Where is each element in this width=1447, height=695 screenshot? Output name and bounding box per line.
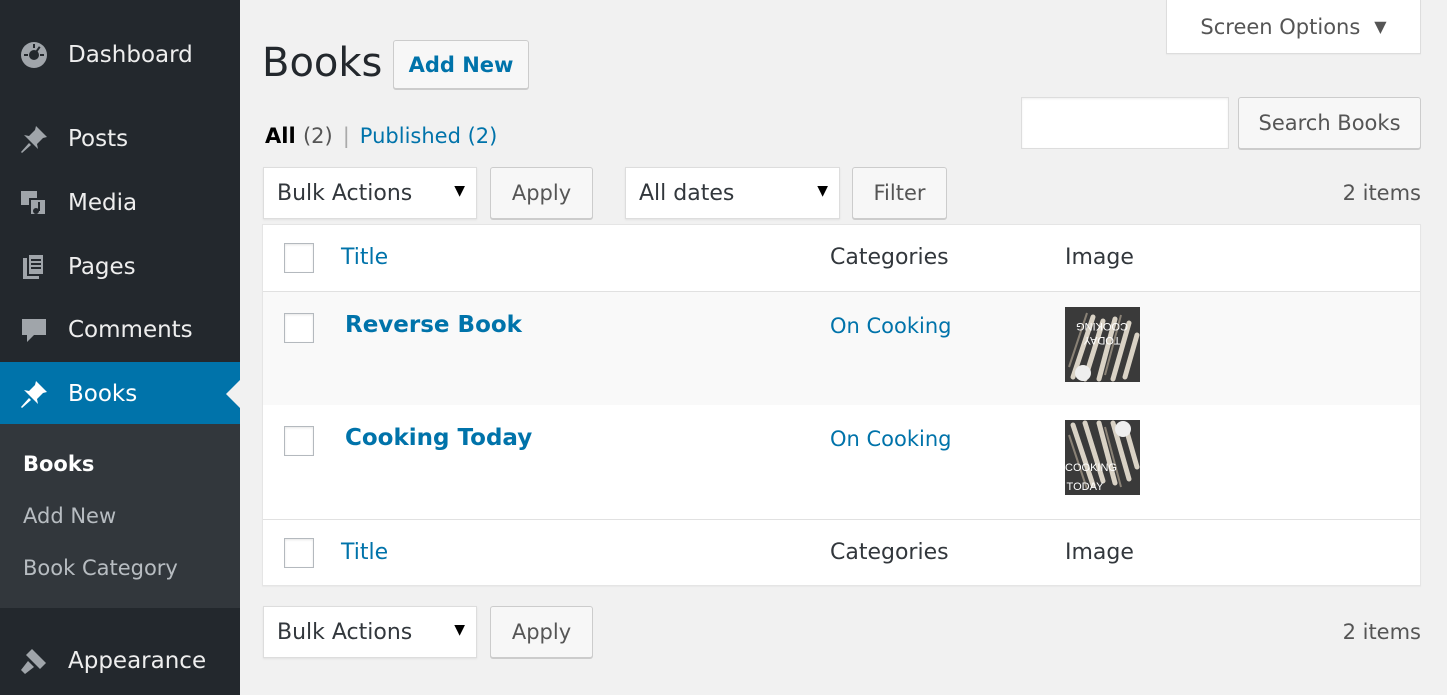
- thumbnail-text: TODAY: [1067, 481, 1105, 493]
- comment-icon: [16, 312, 52, 348]
- sidebar-item-label: Books: [68, 381, 138, 407]
- row-checkbox[interactable]: [284, 313, 314, 343]
- sidebar-item-label: Posts: [68, 126, 129, 152]
- brush-icon: [16, 643, 52, 679]
- table-row: Reverse Book On Cooking TODAY COOKING: [263, 292, 1420, 405]
- column-footer-image: Image: [1065, 540, 1134, 565]
- dashboard-icon: [16, 37, 52, 73]
- add-new-button[interactable]: Add New: [393, 40, 529, 89]
- books-table: Title Categories Image Reverse Book On C…: [262, 224, 1421, 586]
- sidebar-item-books[interactable]: Books: [0, 362, 240, 426]
- table-footer: Title Categories Image: [263, 519, 1420, 586]
- thumbnail-text: TODAY: [1083, 334, 1121, 346]
- dropdown-arrow-icon: ▼: [817, 183, 828, 199]
- thumbnail-text: COOKING: [1076, 320, 1128, 332]
- column-header-title[interactable]: Title: [341, 245, 388, 270]
- items-count: 2 items: [1342, 181, 1421, 205]
- row-category-link[interactable]: On Cooking: [830, 427, 952, 451]
- filter-button[interactable]: Filter: [852, 167, 947, 219]
- sidebar-item-posts[interactable]: Posts: [0, 107, 240, 171]
- row-checkbox[interactable]: [284, 426, 314, 456]
- sidebar-item-label: Appearance: [68, 648, 207, 674]
- select-all-checkbox[interactable]: [284, 538, 314, 568]
- sidebar-item-media[interactable]: Media: [0, 171, 240, 235]
- pin-icon: [16, 121, 52, 157]
- bulk-actions-value: Bulk Actions: [277, 180, 413, 206]
- dropdown-arrow-icon: ▼: [454, 622, 465, 638]
- sidebar-item-label: Dashboard: [68, 42, 193, 68]
- submenu-item-book-category[interactable]: Book Category: [23, 556, 178, 580]
- thumbnail-text: COOKING: [1065, 462, 1117, 474]
- pin-icon: [16, 376, 52, 412]
- pages-icon: [16, 249, 52, 285]
- submenu-item-add-new[interactable]: Add New: [23, 504, 116, 528]
- bulk-actions-select[interactable]: Bulk Actions ▼: [263, 167, 477, 219]
- row-title-link[interactable]: Cooking Today: [345, 425, 532, 451]
- row-title-link[interactable]: Reverse Book: [345, 312, 522, 338]
- sidebar-item-label: Comments: [68, 317, 193, 343]
- table-header: Title Categories Image: [263, 225, 1420, 292]
- view-separator: |: [342, 124, 350, 148]
- row-category-link[interactable]: On Cooking: [830, 314, 952, 338]
- search-books-button[interactable]: Search Books: [1238, 97, 1421, 149]
- bulk-actions-value: Bulk Actions: [277, 619, 413, 645]
- book-cover-thumbnail: COOKING TODAY: [1065, 420, 1140, 495]
- items-count-bottom: 2 items: [1342, 620, 1421, 644]
- sidebar-item-dashboard[interactable]: Dashboard: [0, 23, 240, 87]
- admin-sidebar: Dashboard Posts Media Pages Comments Boo…: [0, 0, 240, 695]
- column-header-image: Image: [1065, 245, 1134, 270]
- bulk-actions-select-bottom[interactable]: Bulk Actions ▼: [263, 606, 477, 658]
- apply-button-bottom[interactable]: Apply: [490, 606, 593, 658]
- search-input[interactable]: [1021, 97, 1229, 149]
- sidebar-item-appearance[interactable]: Appearance: [0, 629, 240, 693]
- sidebar-item-pages[interactable]: Pages: [0, 235, 240, 299]
- column-footer-title[interactable]: Title: [341, 540, 388, 565]
- date-filter-value: All dates: [639, 180, 735, 206]
- screen-options-button[interactable]: Screen Options ▼: [1166, 0, 1421, 54]
- sidebar-item-comments[interactable]: Comments: [0, 298, 240, 362]
- column-footer-categories: Categories: [830, 540, 949, 565]
- column-header-categories: Categories: [830, 245, 949, 270]
- media-icon: [16, 185, 52, 221]
- select-all-checkbox[interactable]: [284, 243, 314, 273]
- books-submenu: Books Add New Book Category: [0, 424, 240, 608]
- view-all-link[interactable]: All (2): [265, 124, 333, 148]
- view-published-link[interactable]: Published (2): [360, 124, 498, 148]
- submenu-item-books[interactable]: Books: [23, 452, 94, 476]
- dropdown-arrow-icon: ▼: [454, 183, 465, 199]
- caret-down-icon: ▼: [1374, 17, 1387, 36]
- sidebar-item-label: Pages: [68, 254, 136, 280]
- book-cover-thumbnail: TODAY COOKING: [1065, 307, 1140, 382]
- apply-button[interactable]: Apply: [490, 167, 593, 219]
- date-filter-select[interactable]: All dates ▼: [625, 167, 840, 219]
- page-title: Books: [262, 40, 383, 86]
- table-row: Cooking Today On Cooking COOKING TODAY: [263, 405, 1420, 518]
- screen-options-label: Screen Options: [1200, 14, 1361, 39]
- sidebar-item-label: Media: [68, 190, 138, 216]
- view-filters: All (2) | Published (2): [265, 124, 497, 148]
